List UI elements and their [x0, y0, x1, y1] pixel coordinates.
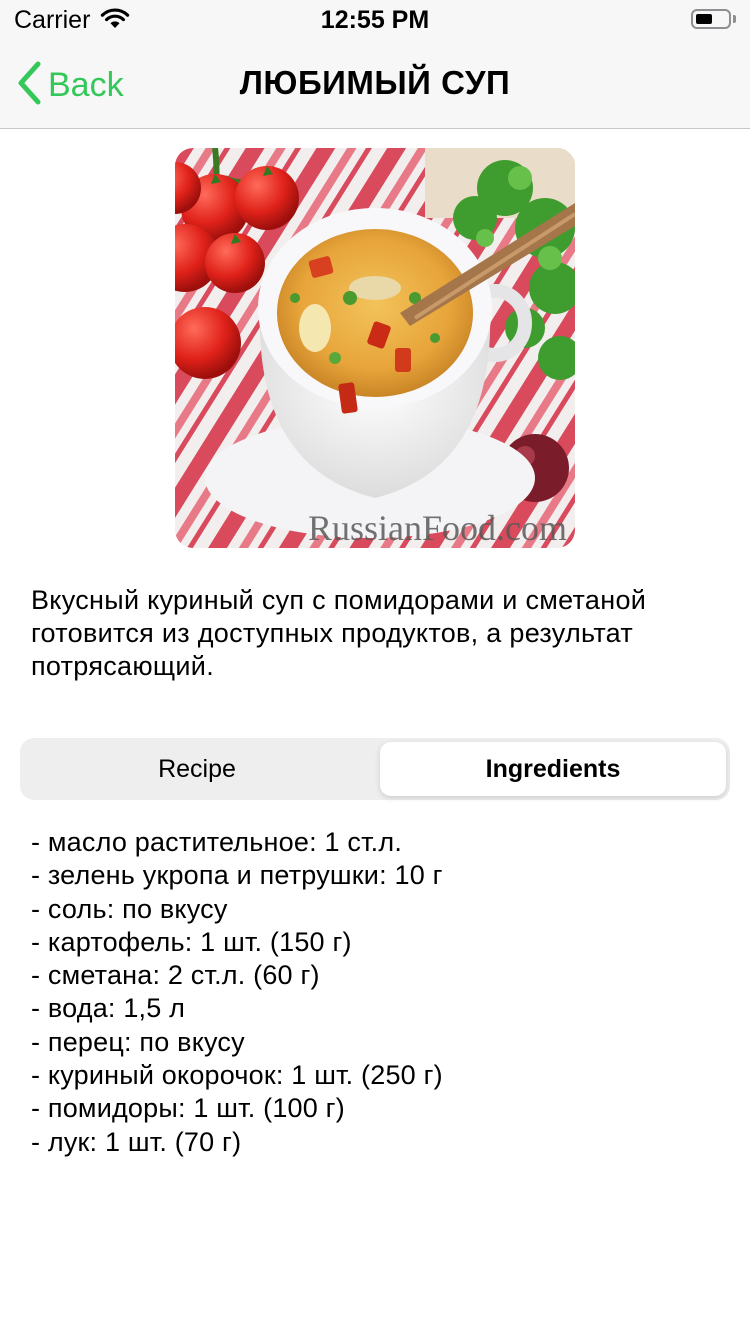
- ingredient-item: - перец: по вкусу: [31, 1026, 245, 1057]
- recipe-description: Вкусный куриный суп с помидорами и смета…: [31, 585, 647, 681]
- soup-illustration: RussianFood.com: [175, 148, 575, 548]
- recipe-photo: RussianFood.com: [175, 148, 575, 548]
- image-watermark: RussianFood.com: [308, 508, 567, 548]
- clock-time: 12:55 PM: [320, 6, 430, 34]
- tab-ingredients[interactable]: Ingredients: [380, 742, 726, 796]
- ingredient-item: - помидоры: 1 шт. (100 г): [31, 1093, 345, 1124]
- ingredient-item: - зелень укропа и петрушки: 10 г: [31, 860, 443, 891]
- ingredient-item: - сметана: 2 ст.л. (60 г): [31, 960, 320, 991]
- battery-level: [696, 14, 712, 24]
- ingredient-item: - соль: по вкусу: [31, 893, 228, 924]
- battery-cap: [733, 15, 736, 23]
- tab-recipe[interactable]: Recipe: [24, 742, 370, 796]
- battery-icon: [691, 9, 731, 29]
- tab-segmented-control: Recipe Ingredients: [20, 738, 730, 800]
- navigation-bar: Back ЛЮБИМЫЙ СУП: [0, 40, 750, 129]
- ingredient-item: - куриный окорочок: 1 шт. (250 г): [31, 1060, 443, 1091]
- ingredient-item: - картофель: 1 шт. (150 г): [31, 926, 352, 957]
- ingredient-item: - масло растительное: 1 ст.л.: [31, 827, 403, 857]
- ingredients-list: - масло растительное: 1 ст.л. - зелень у…: [31, 826, 721, 1159]
- ingredient-item: - лук: 1 шт. (70 г): [31, 1126, 242, 1157]
- ingredient-item: - вода: 1,5 л: [31, 993, 186, 1024]
- status-bar: Carrier 12:55 PM: [0, 0, 750, 40]
- page-title: ЛЮБИМЫЙ СУП: [239, 64, 511, 101]
